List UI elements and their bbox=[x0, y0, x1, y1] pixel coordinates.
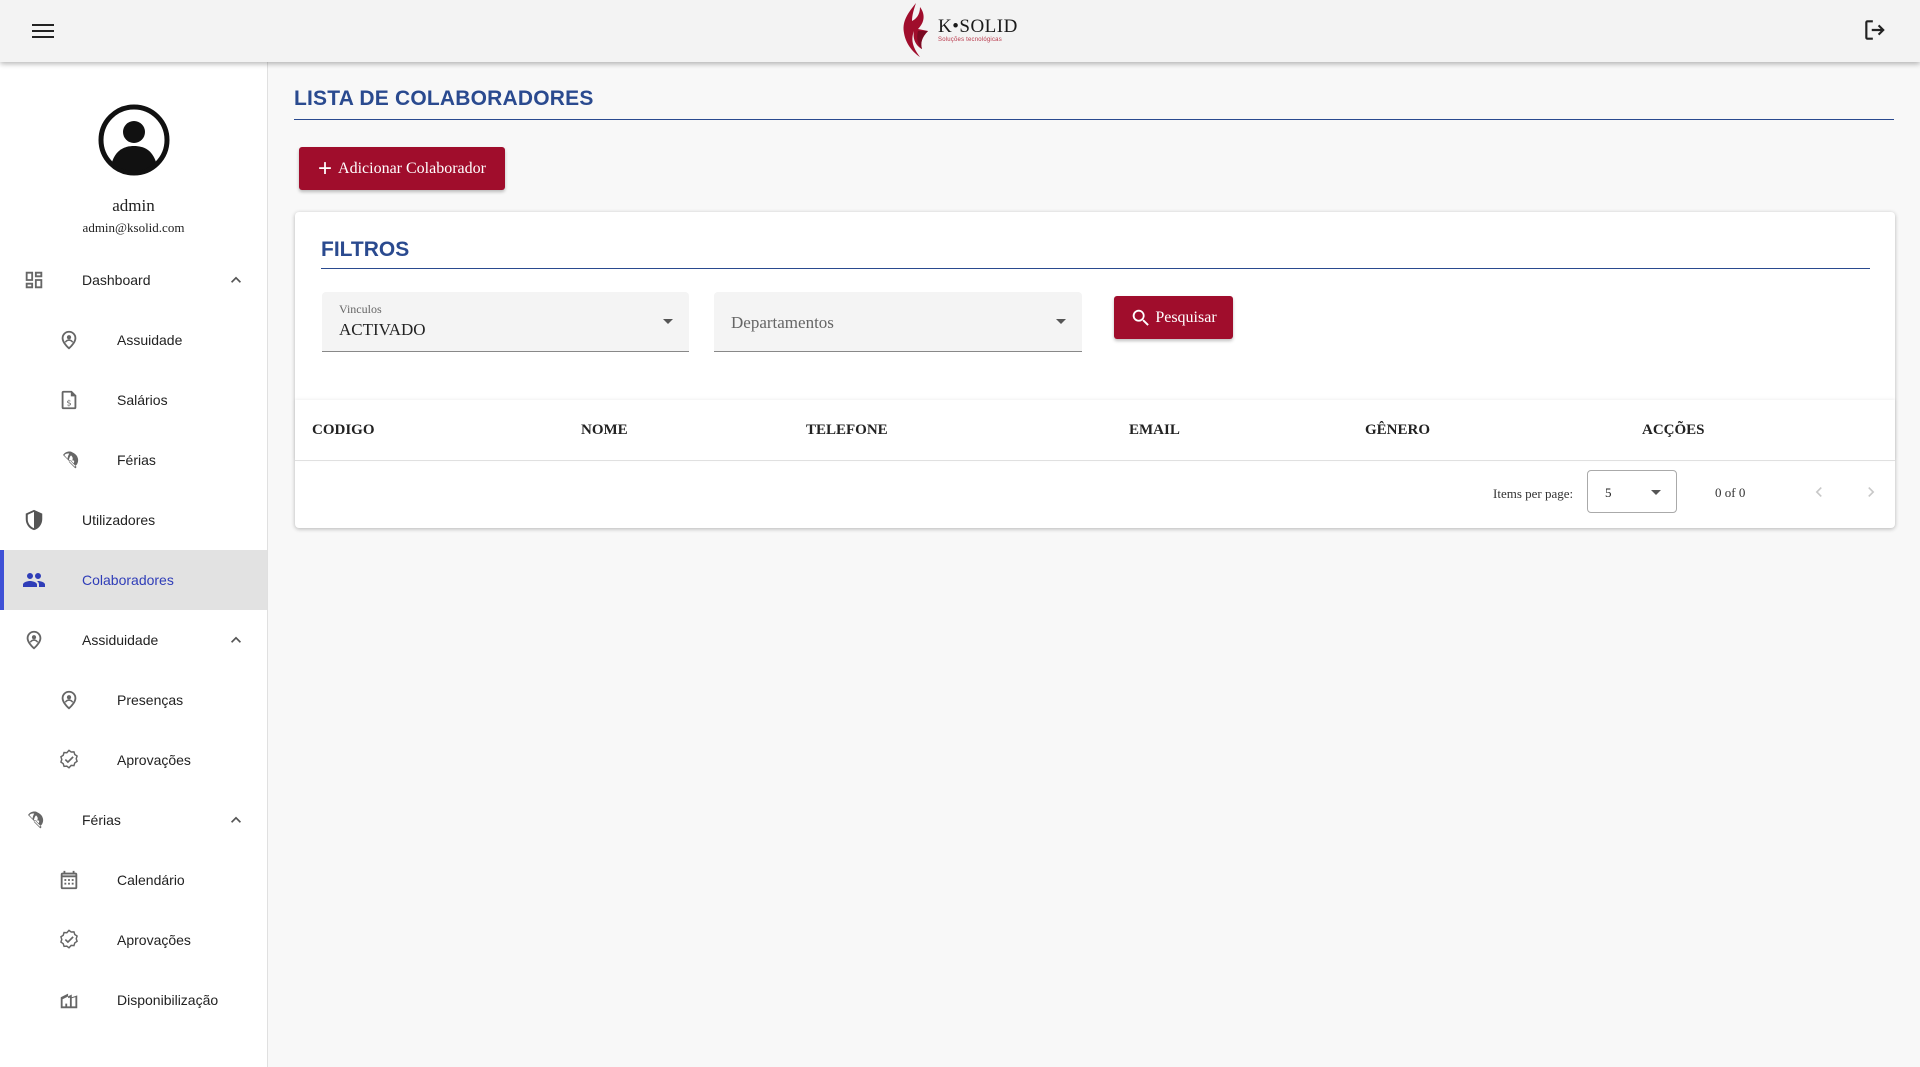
calendar-icon bbox=[57, 868, 81, 892]
page-range-label: 0 of 0 bbox=[1715, 485, 1746, 500]
sidebar-item-label: Disponibilização bbox=[117, 992, 219, 1008]
sidebar-item-assuidade[interactable]: Assuidade bbox=[0, 310, 267, 370]
sidebar-item-label: Utilizadores bbox=[82, 512, 156, 528]
ksolid-logo: K•SOLID Soluções tecnológicas bbox=[898, 0, 1028, 60]
location-pin-icon bbox=[22, 628, 46, 652]
profile-email: admin@ksolid.com bbox=[82, 220, 185, 235]
column-header-email[interactable]: EMAIL bbox=[1129, 422, 1180, 439]
menu-icon[interactable] bbox=[28, 16, 58, 46]
logo-tagline: Soluções tecnológicas bbox=[938, 37, 1002, 43]
sidebar-item-salarios[interactable]: $ Salários bbox=[0, 370, 267, 430]
sidebar-item-label: Férias bbox=[117, 452, 156, 468]
logout-icon[interactable] bbox=[1858, 13, 1892, 47]
sidebar-item-label: Colaboradores bbox=[82, 572, 174, 588]
column-header-genero[interactable]: GÊNERO bbox=[1365, 422, 1430, 439]
column-header-codigo[interactable]: CODIGO bbox=[312, 422, 375, 439]
pesquisar-label: Pesquisar bbox=[1155, 308, 1217, 326]
title-divider bbox=[294, 119, 1894, 120]
previous-page-button[interactable] bbox=[1804, 477, 1834, 507]
profile-name: admin bbox=[112, 196, 155, 215]
sidebar-item-ferias-sub[interactable]: Férias bbox=[0, 430, 267, 490]
verified-badge-icon bbox=[57, 928, 81, 952]
vinculos-value: ACTIVADO bbox=[339, 320, 426, 339]
table-header-row: CODIGO NOME TELEFONE EMAIL GÊNERO ACÇÕES bbox=[295, 400, 1895, 461]
sidebar-item-assiduidade[interactable]: Assiduidade bbox=[0, 610, 267, 670]
shield-icon bbox=[22, 508, 46, 532]
sidebar-item-aprovacoes-ferias[interactable]: Aprovações bbox=[0, 910, 267, 970]
avatar bbox=[98, 104, 170, 176]
paginator: Items per page: 5 0 of 0 bbox=[295, 461, 1895, 527]
chevron-left-icon bbox=[1815, 487, 1822, 497]
sidebar-item-label: Assuidade bbox=[117, 332, 183, 348]
items-per-page-label: Items per page: bbox=[1493, 486, 1574, 501]
items-per-page-select[interactable]: 5 bbox=[1587, 470, 1677, 513]
items-per-page-value: 5 bbox=[1605, 485, 1612, 500]
building-icon bbox=[57, 988, 81, 1012]
vinculos-label: Vinculos bbox=[339, 302, 382, 316]
departamentos-placeholder: Departamentos bbox=[731, 313, 834, 332]
search-icon bbox=[1133, 309, 1150, 326]
column-header-accoes[interactable]: ACÇÕES bbox=[1642, 422, 1705, 439]
filters-divider bbox=[321, 268, 1870, 269]
vinculos-select[interactable]: Vinculos ACTIVADO bbox=[322, 292, 689, 352]
sidebar-item-label: Férias bbox=[82, 812, 121, 828]
sidebar-item-presencas[interactable]: Presenças bbox=[0, 670, 267, 730]
user-profile: admin admin@ksolid.com bbox=[0, 62, 267, 236]
chevron-right-icon bbox=[1868, 487, 1875, 497]
sidebar-item-calendario[interactable]: Calendário bbox=[0, 850, 267, 910]
sidebar-item-label: Salários bbox=[117, 392, 168, 408]
sidebar-item-aprovacoes-assiduidade[interactable]: Aprovações bbox=[0, 730, 267, 790]
caret-down-icon bbox=[663, 319, 673, 324]
sidebar-item-disponibilizacao[interactable]: Disponibilização bbox=[0, 970, 267, 1030]
money-document-icon: $ bbox=[57, 388, 81, 412]
location-pin-icon bbox=[57, 688, 81, 712]
logo-name: K•SOLID bbox=[938, 16, 1018, 37]
sidebar-item-label: Aprovações bbox=[117, 752, 191, 768]
sidebar-item-label: Presenças bbox=[117, 692, 184, 708]
sidebar-nav: Dashboard Assuidade $ Salários Férias Ut… bbox=[0, 250, 267, 1030]
plus-icon: + bbox=[318, 154, 333, 182]
add-colaborador-button[interactable]: + Adicionar Colaborador bbox=[299, 147, 505, 190]
pesquisar-button[interactable]: Pesquisar bbox=[1114, 296, 1233, 339]
beach-umbrella-icon bbox=[57, 448, 81, 472]
caret-down-icon bbox=[1651, 490, 1661, 495]
sidebar-item-label: Calendário bbox=[117, 872, 185, 888]
add-colaborador-label: Adicionar Colaborador bbox=[338, 159, 486, 177]
people-icon bbox=[22, 568, 46, 592]
departamentos-select[interactable]: Departamentos bbox=[714, 292, 1082, 352]
top-app-bar: K•SOLID Soluções tecnológicas bbox=[0, 0, 1920, 62]
page-title: LISTA DE COLABORADORES bbox=[294, 87, 594, 110]
sidebar-item-dashboard[interactable]: Dashboard bbox=[0, 250, 267, 310]
svg-text:$: $ bbox=[66, 398, 71, 408]
column-header-nome[interactable]: NOME bbox=[581, 422, 628, 439]
column-header-telefone[interactable]: TELEFONE bbox=[806, 422, 888, 439]
sidebar-item-colaboradores[interactable]: Colaboradores bbox=[0, 550, 267, 610]
dashboard-icon bbox=[22, 268, 46, 292]
location-pin-icon bbox=[57, 328, 81, 352]
sidebar-item-label: Dashboard bbox=[82, 272, 151, 288]
chevron-up-icon[interactable] bbox=[226, 630, 246, 650]
sidebar-item-ferias[interactable]: Férias bbox=[0, 790, 267, 850]
sidebar-item-utilizadores[interactable]: Utilizadores bbox=[0, 490, 267, 550]
sidebar-item-label: Aprovações bbox=[117, 932, 191, 948]
chevron-up-icon[interactable] bbox=[226, 270, 246, 290]
next-page-button[interactable] bbox=[1856, 477, 1886, 507]
sidebar-item-label: Assiduidade bbox=[82, 632, 159, 648]
caret-down-icon bbox=[1056, 319, 1066, 324]
beach-umbrella-icon bbox=[22, 808, 46, 832]
chevron-up-icon[interactable] bbox=[226, 810, 246, 830]
filters-title: FILTROS bbox=[321, 238, 410, 261]
verified-badge-icon bbox=[57, 748, 81, 772]
flame-logo-icon bbox=[903, 3, 928, 57]
sidebar: admin admin@ksolid.com Dashboard Assuida… bbox=[0, 62, 268, 1067]
filters-card: FILTROS Vinculos ACTIVADO Departamentos … bbox=[295, 212, 1895, 528]
